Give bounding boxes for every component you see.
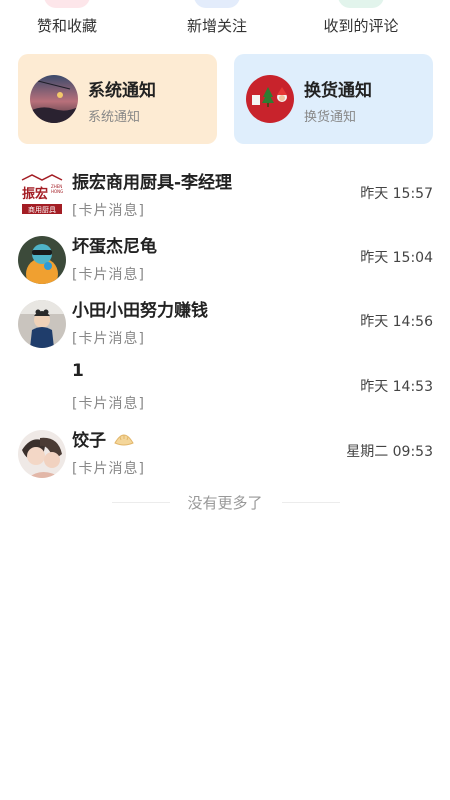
conversation-name: 1 <box>72 361 84 381</box>
conversation-name: 小田小田努力赚钱 <box>72 301 208 321</box>
likes-and-favorites-button[interactable]: 赞和收藏 <box>12 0 122 44</box>
conversation-item[interactable]: 1 [卡片消息] 昨天 14:53 <box>0 361 450 426</box>
conversation-name: 饺子 <box>72 426 134 452</box>
no-more-text: 没有更多了 <box>187 494 263 512</box>
conversation-name: 振宏商用厨具-李经理 <box>72 173 233 193</box>
system-notice-title: 系统通知 <box>88 81 156 101</box>
conversation-preview: [卡片消息] <box>72 396 145 412</box>
exchange-notice-card[interactable]: 换货通知 换货通知 <box>234 54 433 144</box>
conversation-item[interactable]: 饺子 [卡片消息] 星期二 09:53 <box>0 426 450 491</box>
conversation-time: 星期二 09:53 <box>346 444 433 460</box>
system-notice-card[interactable]: 系统通知 系统通知 <box>18 54 217 144</box>
heart-icon <box>44 0 90 8</box>
zhenhong-logo-subtext: 商用厨具 <box>28 205 56 214</box>
new-followers-button[interactable]: 新增关注 <box>162 0 272 44</box>
system-notice-avatar <box>30 75 78 123</box>
conversation-item[interactable]: 坏蛋杰尼龟 [卡片消息] 昨天 15:04 <box>0 232 450 297</box>
divider-right <box>282 502 340 503</box>
user-avatar <box>18 236 66 284</box>
zhenhong-logo-text: 振宏 <box>22 186 48 202</box>
zhenhong-logo-avatar: 振宏 ZHEN HONG 商用厨具 <box>18 172 66 220</box>
user-avatar <box>18 365 66 413</box>
received-comments-label: 收到的评论 <box>323 17 399 35</box>
person-add-icon <box>194 0 240 8</box>
conversation-name-text: 饺子 <box>72 431 106 451</box>
conversation-preview: [卡片消息] <box>72 461 145 477</box>
conversation-time: 昨天 15:57 <box>360 186 433 202</box>
comment-icon <box>338 0 384 8</box>
conversation-time: 昨天 15:04 <box>360 250 433 266</box>
conversation-item[interactable]: 振宏 ZHEN HONG 商用厨具 振宏商用厨具-李经理 [卡片消息] 昨天 1… <box>0 168 450 233</box>
user-avatar <box>18 300 66 348</box>
exchange-notice-avatar <box>246 75 294 123</box>
new-followers-label: 新增关注 <box>186 17 247 35</box>
conversation-item[interactable]: 小田小田努力赚钱 [卡片消息] 昨天 14:56 <box>0 296 450 361</box>
system-notice-subtitle: 系统通知 <box>88 110 141 125</box>
conversation-time: 昨天 14:56 <box>360 314 433 330</box>
likes-and-favorites-label: 赞和收藏 <box>36 17 97 35</box>
exchange-notice-title: 换货通知 <box>304 81 372 101</box>
user-avatar <box>18 430 66 478</box>
no-more-indicator: 没有更多了 <box>0 490 450 514</box>
conversation-preview: [卡片消息] <box>72 331 145 347</box>
exchange-notice-subtitle: 换货通知 <box>304 110 357 125</box>
conversation-preview: [卡片消息] <box>72 203 145 219</box>
svg-text:HONG: HONG <box>51 189 63 194</box>
dumpling-emoji-icon <box>114 431 134 452</box>
conversation-time: 昨天 14:53 <box>360 379 433 395</box>
conversation-name: 坏蛋杰尼龟 <box>72 237 157 257</box>
quick-actions-bar: 赞和收藏 新增关注 收到的评论 <box>0 0 450 44</box>
conversation-preview: [卡片消息] <box>72 267 145 283</box>
received-comments-button[interactable]: 收到的评论 <box>306 0 416 44</box>
